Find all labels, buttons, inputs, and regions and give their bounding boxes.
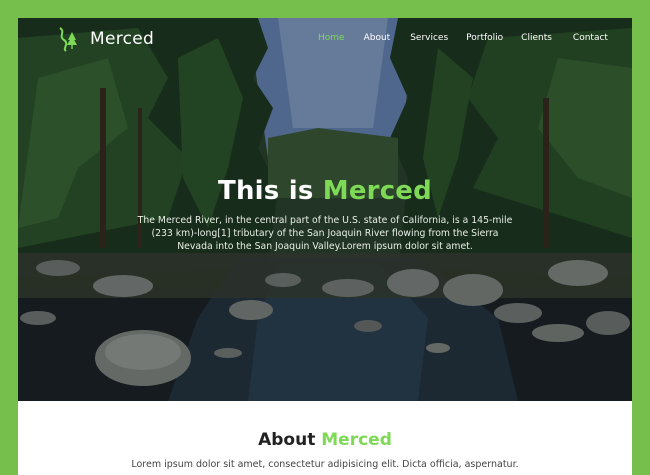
hero-title-prefix: This is [218,176,323,206]
brand-name: Merced [90,29,155,49]
hero-title-accent: Merced [322,176,432,206]
hero-section: Merced Home About Services Portfolio Cli… [18,18,632,401]
nav-item-contact[interactable]: Contact [573,33,608,43]
main-nav: Home About Services Portfolio Clients Co… [318,33,608,43]
about-text: Lorem ipsum dolor sit amet, consectetur … [131,459,519,470]
nav-item-about[interactable]: About [364,33,391,43]
nav-item-portfolio[interactable]: Portfolio [466,33,503,43]
navbar: Merced Home About Services Portfolio Cli… [18,18,632,60]
nav-item-home[interactable]: Home [318,33,345,43]
hero-description: The Merced River, in the central part of… [137,215,513,252]
hero-title: This is Merced [18,176,632,206]
hero-overlay [18,18,632,401]
about-title-prefix: About [258,430,322,450]
about-title: About Merced [18,430,632,450]
nav-item-clients[interactable]: Clients [521,33,552,43]
about-title-accent: Merced [321,430,392,450]
river-trees-logo-icon [59,27,77,52]
brand-logo[interactable]: Merced [56,26,154,52]
page-frame: Merced Home About Services Portfolio Cli… [18,18,632,475]
nav-item-services[interactable]: Services [410,33,448,43]
